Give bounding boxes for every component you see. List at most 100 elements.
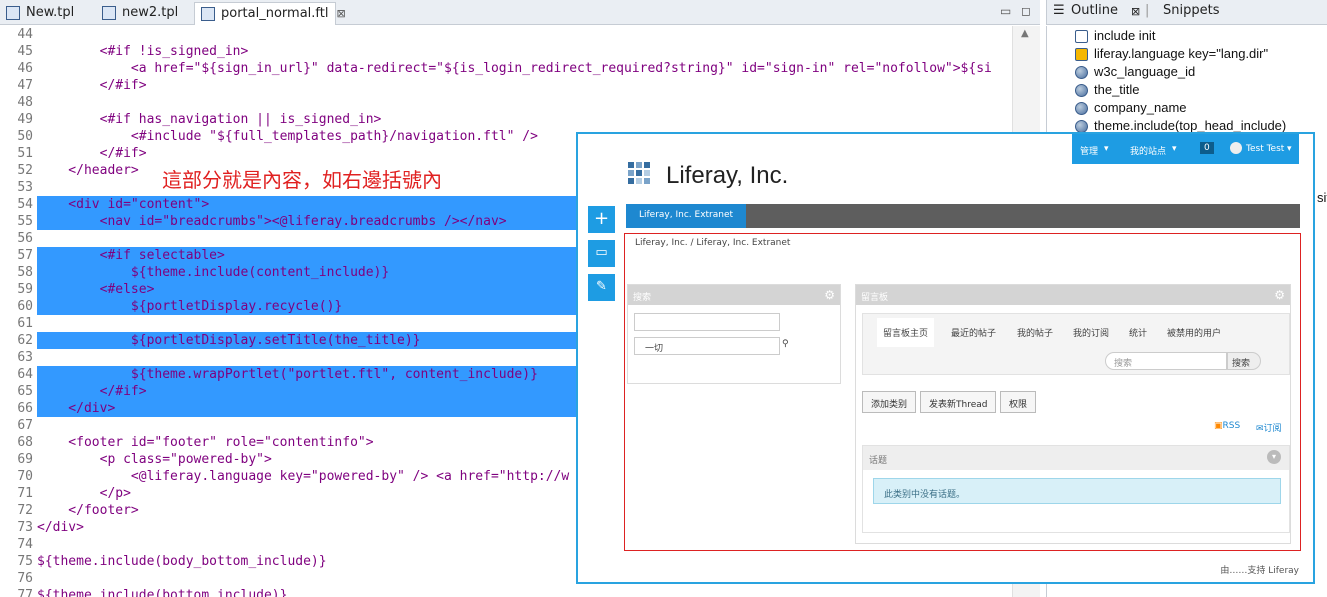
search-input[interactable] — [634, 313, 780, 331]
tab-snippets[interactable]: Snippets — [1163, 3, 1219, 18]
code-text[interactable]: </header> — [37, 162, 138, 179]
outline-item[interactable]: the_title — [1094, 82, 1140, 97]
code-line[interactable]: 46 <a href="${sign_in_url}" data-redirec… — [0, 60, 1010, 77]
line-number: 70 — [17, 469, 33, 484]
line-number: 61 — [17, 316, 33, 331]
line-number: 44 — [17, 27, 33, 42]
code-text[interactable]: <#if has_navigation || is_signed_in> — [37, 111, 382, 128]
add-category-button[interactable]: 添加类别 — [862, 391, 917, 413]
code-line[interactable]: 49 <#if has_navigation || is_signed_in> — [0, 111, 1010, 128]
notification-count[interactable]: 0 — [1200, 142, 1214, 154]
line-number: 71 — [17, 486, 33, 501]
breadcrumb[interactable]: Liferay, Inc. / Liferay, Inc. Extranet — [635, 238, 790, 248]
tab-portal-normal[interactable]: portal_normal.ftl ⊠ — [194, 2, 346, 25]
editor-tab-bar: New.tpl new2.tpl portal_normal.ftl ⊠ ▭ ◻ — [0, 0, 1040, 25]
outline-item[interactable]: theme.include(top_head_include) — [1094, 118, 1286, 133]
edit-icon[interactable]: ✎ — [588, 274, 615, 301]
chevron-down-icon: ▾ — [1104, 144, 1109, 154]
outline-item[interactable]: w3c_language_id — [1094, 64, 1195, 79]
close-icon[interactable]: ⊠ — [1131, 5, 1140, 18]
code-line[interactable]: 77 ${theme.include(bottom_include)} — [0, 587, 1010, 597]
my-sites-menu[interactable]: 我的站点 — [1130, 144, 1166, 157]
line-number: 45 — [17, 44, 33, 59]
code-text[interactable]: <#include "${full_templates_path}/naviga… — [37, 128, 538, 145]
mb-search-button[interactable]: 搜索 — [1227, 352, 1261, 370]
page-preview: 管理 ▾ 我的站点 ▾ 0 Test Test ▾ Liferay, Inc. … — [576, 132, 1315, 584]
line-number: 56 — [17, 231, 33, 246]
divider: | — [1145, 3, 1150, 18]
minimize-icon[interactable]: ▭ — [1000, 4, 1011, 18]
manage-menu[interactable]: 管理 — [1080, 144, 1098, 157]
chevron-down-icon: ▾ — [1172, 144, 1177, 154]
line-number: 51 — [17, 146, 33, 161]
gear-icon[interactable]: ⚙ — [1274, 288, 1285, 302]
line-number: 68 — [17, 435, 33, 450]
tab-my-subscriptions[interactable]: 我的订阅 — [1073, 326, 1109, 339]
globe-icon — [1075, 102, 1088, 115]
close-icon[interactable]: ⊠ — [336, 7, 345, 20]
avatar — [1230, 142, 1242, 154]
threads-header[interactable]: 话题 — [863, 446, 1289, 470]
nav-item-extranet[interactable]: Liferay, Inc. Extranet — [626, 204, 747, 228]
code-text[interactable]: </footer> — [37, 502, 138, 519]
tab-new-tpl[interactable]: New.tpl — [0, 2, 92, 25]
line-number: 64 — [17, 367, 33, 382]
mb-search-input[interactable]: 搜索 — [1105, 352, 1227, 370]
code-line[interactable]: 47 </#if> — [0, 77, 1010, 94]
gear-icon[interactable]: ⚙ — [824, 288, 835, 302]
outline-item[interactable]: include init — [1094, 28, 1155, 43]
permissions-button[interactable]: 权限 — [1000, 391, 1037, 413]
rss-link[interactable]: ▣RSS — [1214, 421, 1240, 431]
preview-device-icon[interactable]: ▭ — [588, 240, 615, 267]
file-icon — [201, 7, 215, 21]
post-thread-button[interactable]: 发表新Thread — [920, 391, 997, 413]
add-icon[interactable]: + — [588, 206, 615, 233]
tab-outline[interactable]: Outline — [1071, 3, 1118, 18]
line-number: 67 — [17, 418, 33, 433]
tab-my-posts[interactable]: 我的帖子 — [1017, 326, 1053, 339]
code-text[interactable]: </div> — [37, 519, 84, 536]
company-logo — [628, 162, 656, 190]
search-icon[interactable]: ⚲ — [782, 339, 789, 349]
code-text[interactable]: <footer id="footer" role="contentinfo"> — [37, 434, 373, 451]
line-number: 58 — [17, 265, 33, 280]
line-number: 72 — [17, 503, 33, 518]
code-text[interactable]: ${theme.include(body_bottom_include)} — [37, 553, 327, 570]
tab-statistics[interactable]: 统计 — [1129, 326, 1147, 339]
outline-item[interactable]: liferay.language key="lang.dir" — [1094, 46, 1268, 61]
user-menu[interactable]: Test Test — [1246, 144, 1284, 154]
code-text[interactable]: <@liferay.language key="powered-by" /> <… — [37, 468, 569, 485]
code-text[interactable]: </#if> — [37, 77, 147, 94]
subscribe-link[interactable]: ✉订阅 — [1256, 421, 1282, 434]
code-text[interactable]: <p class="powered-by"> — [37, 451, 272, 468]
macro-icon — [1075, 48, 1088, 61]
tab-new2-tpl[interactable]: new2.tpl — [96, 2, 192, 25]
maximize-icon[interactable]: ◻ — [1021, 4, 1031, 18]
chevron-down-icon[interactable]: ▾ — [1267, 450, 1281, 464]
scroll-up-icon[interactable]: ▲ — [1021, 28, 1029, 39]
code-text[interactable]: </p> — [37, 485, 131, 502]
dockbar: 管理 ▾ 我的站点 ▾ 0 Test Test ▾ — [1072, 134, 1299, 164]
envelope-icon: ✉ — [1256, 424, 1264, 434]
message-board-portlet: 留言板 ⚙ 留言板主页 最近的帖子 我的帖子 我的订阅 统计 被禁用的用户 搜索… — [855, 284, 1291, 544]
code-line[interactable]: 45 <#if !is_signed_in> — [0, 43, 1010, 60]
line-number: 66 — [17, 401, 33, 416]
tab-recent-posts[interactable]: 最近的帖子 — [951, 326, 996, 339]
scope-select[interactable]: 一切 — [634, 337, 780, 355]
code-line[interactable]: 48 — [0, 94, 1010, 111]
line-number: 47 — [17, 78, 33, 93]
empty-message: 此类别中没有话题。 — [873, 478, 1281, 504]
line-number: 49 — [17, 112, 33, 127]
outline-item[interactable]: company_name — [1094, 100, 1187, 115]
line-number: 74 — [17, 537, 33, 552]
line-number: 52 — [17, 163, 33, 178]
code-text[interactable]: </#if> — [37, 145, 147, 162]
code-line[interactable]: 44 — [0, 26, 1010, 43]
tab-mb-home[interactable]: 留言板主页 — [877, 318, 935, 347]
code-text[interactable]: ${theme.include(bottom_include)} — [37, 587, 287, 597]
line-number: 54 — [17, 197, 33, 212]
mb-toolbar: 留言板主页 最近的帖子 我的帖子 我的订阅 统计 被禁用的用户 搜索 搜索 — [862, 313, 1290, 375]
code-text[interactable]: <#if !is_signed_in> — [37, 43, 249, 60]
code-text[interactable]: <a href="${sign_in_url}" data-redirect="… — [37, 60, 992, 77]
tab-banned-users[interactable]: 被禁用的用户 — [1167, 326, 1221, 339]
